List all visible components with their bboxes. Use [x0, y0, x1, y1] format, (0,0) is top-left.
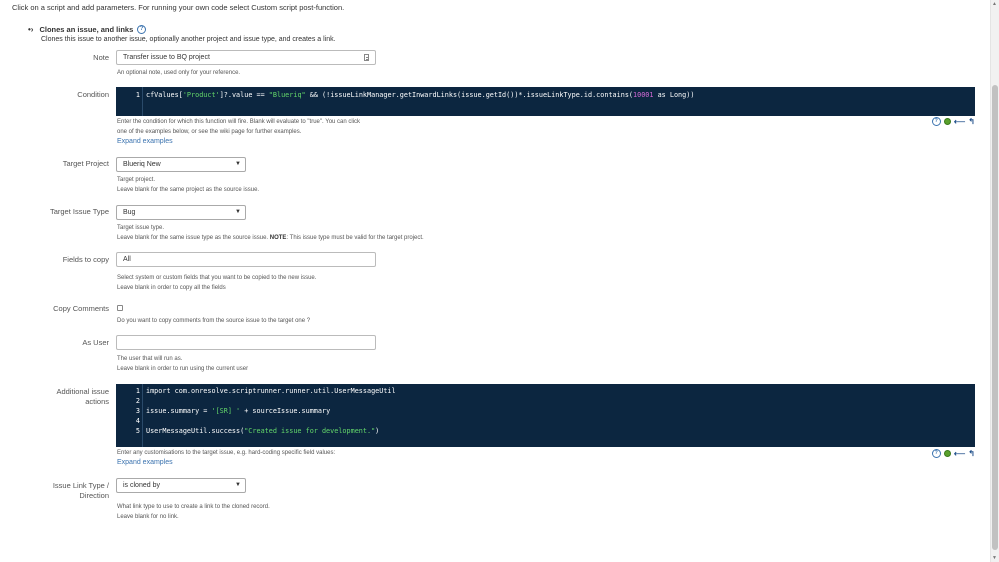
code-token: import com.onresolve.scriptrunner.runner…: [146, 387, 396, 395]
code-token: ]?.value ==: [219, 91, 269, 99]
dropdown-caret-icon: ▼: [235, 209, 241, 215]
link-type-label-2: Direction: [79, 491, 109, 500]
target-issue-type-value: Bug: [123, 209, 136, 216]
code-token: issue.summary =: [146, 407, 212, 415]
link-type-label-1: Issue Link Type /: [52, 481, 109, 490]
code-token: && (!issueLinkManager.getInwardLinks(iss…: [305, 91, 634, 99]
note-label: Note: [93, 53, 109, 62]
link-type-hint-2: Leave blank for no link.: [117, 514, 179, 520]
note-input-value: Transfer issue to BQ project: [123, 54, 210, 61]
line-number: 4: [135, 417, 140, 425]
help-icon[interactable]: ?: [931, 117, 941, 126]
line-number: 5: [135, 427, 140, 435]
fields-to-copy-hint-2: Leave blank in order to copy all the fie…: [117, 285, 226, 291]
code-token: UserMessageUtil.success(: [146, 427, 245, 435]
section-header: •› Clones an issue, and links ?: [28, 25, 147, 34]
syntax-ok-icon[interactable]: [943, 450, 951, 457]
additional-actions-label-2: actions: [85, 397, 109, 406]
undo-icon[interactable]: ⟵: [954, 117, 965, 126]
as-user-hint-1: The user that will run as.: [117, 356, 183, 362]
fields-to-copy-label: Fields to copy: [62, 255, 109, 264]
copy-comments-hint: Do you want to copy comments from the so…: [117, 318, 311, 324]
line-number: 3: [135, 407, 140, 415]
target-issue-type-hint-2: Leave blank for the same issue type as t…: [117, 233, 424, 243]
condition-hint-2: one of the examples below, or see the wi…: [117, 129, 302, 135]
target-project-hint-1: Target project.: [117, 177, 156, 183]
condition-expand-examples-link[interactable]: Expand examples: [117, 138, 173, 145]
target-issue-type-hint-1: Target issue type.: [117, 225, 165, 231]
as-user-hint-2: Leave blank in order to run using the cu…: [117, 366, 249, 372]
fields-to-copy-value: All: [123, 256, 131, 263]
redo-icon[interactable]: ↰: [968, 449, 975, 458]
fields-to-copy-input[interactable]: All: [116, 252, 376, 267]
code-line: 4: [116, 416, 146, 426]
page-scrollbar[interactable]: ▲ ▼: [990, 0, 999, 562]
condition-toolbar: ? ⟵ ↰: [931, 117, 975, 126]
additional-actions-toolbar: ? ⟵ ↰: [931, 449, 975, 458]
note-hint: An optional note, used only for your ref…: [117, 70, 241, 76]
section-title: Clones an issue, and links: [39, 25, 134, 34]
hint-text: Leave blank for the same issue type as t…: [117, 235, 270, 241]
document-icon[interactable]: [364, 54, 369, 61]
additional-actions-editor[interactable]: 1 import com.onresolve.scriptrunner.runne…: [116, 384, 975, 447]
code-number: 10001: [633, 91, 654, 99]
additional-actions-expand-examples-link[interactable]: Expand examples: [117, 459, 173, 466]
dropdown-caret-icon: ▼: [235, 482, 241, 488]
target-project-label: Target Project: [62, 159, 109, 168]
scroll-up-arrow-icon[interactable]: ▲: [992, 1, 997, 7]
target-project-hint-2: Leave blank for the same project as the …: [117, 187, 260, 193]
scrollbar-thumb[interactable]: [992, 85, 998, 550]
link-type-value: is cloned by: [123, 482, 160, 489]
section-description: Clones this issue to another issue, opti…: [41, 36, 336, 43]
as-user-input[interactable]: [116, 335, 376, 350]
line-number: 1: [135, 91, 140, 99]
code-line: 2: [116, 396, 146, 406]
copy-comments-checkbox[interactable]: [117, 305, 123, 311]
code-token: ): [375, 427, 380, 435]
code-token: + sourceIssue.summary: [240, 407, 331, 415]
target-project-value: Blueriq New: [123, 161, 161, 168]
hint-note-bold: NOTE: [269, 235, 287, 241]
undo-icon[interactable]: ⟵: [954, 449, 965, 458]
line-number: 2: [135, 397, 140, 405]
additional-actions-label-1: Additional issue: [56, 387, 109, 396]
link-type-select[interactable]: is cloned by ▼: [116, 478, 246, 493]
code-line: 5 UserMessageUtil.success("Created issue …: [116, 426, 379, 436]
hint-text: : This issue type must be valid for the …: [286, 235, 424, 241]
redo-icon[interactable]: ↰: [968, 117, 975, 126]
note-input[interactable]: Transfer issue to BQ project: [116, 50, 376, 65]
scroll-down-arrow-icon[interactable]: ▼: [992, 555, 997, 561]
code-string: 'Product': [182, 91, 220, 99]
condition-hint-1: Enter the condition for which this funct…: [117, 119, 361, 125]
syntax-ok-icon[interactable]: [943, 118, 951, 125]
target-issue-type-label: Target Issue Type: [49, 207, 109, 216]
as-user-label: As User: [82, 338, 109, 347]
additional-actions-hint: Enter any customisations to the target i…: [117, 450, 336, 456]
code-token: as Long)): [653, 91, 695, 99]
arrow-bullet-icon: •›: [28, 25, 34, 34]
code-line: 3 issue.summary = '[SR] ' + sourceIssue.s…: [116, 406, 330, 416]
help-icon[interactable]: ?: [137, 25, 147, 34]
code-string: '[SR] ': [211, 407, 241, 415]
code-line: 1 import com.onresolve.scriptrunner.runne…: [116, 386, 396, 396]
line-number: 1: [135, 387, 140, 395]
link-type-hint-1: What link type to use to create a link t…: [117, 504, 270, 510]
condition-editor[interactable]: 1 cfValues['Product']?.value == "Blueriq"…: [116, 87, 975, 116]
code-string: "Created issue for development.": [244, 427, 376, 435]
top-note: Click on a script and add parameters. Fo…: [12, 3, 345, 12]
target-project-select[interactable]: Blueriq New ▼: [116, 157, 246, 172]
code-string: "Blueriq": [268, 91, 306, 99]
help-icon[interactable]: ?: [931, 449, 941, 458]
target-issue-type-select[interactable]: Bug ▼: [116, 205, 246, 220]
fields-to-copy-hint-1: Select system or custom fields that you …: [117, 275, 317, 281]
condition-code-line: 1 cfValues['Product']?.value == "Blueriq"…: [116, 90, 695, 100]
dropdown-caret-icon: ▼: [235, 161, 241, 167]
condition-label: Condition: [77, 90, 109, 99]
code-token: cfValues[: [146, 91, 183, 99]
copy-comments-label: Copy Comments: [53, 304, 109, 313]
